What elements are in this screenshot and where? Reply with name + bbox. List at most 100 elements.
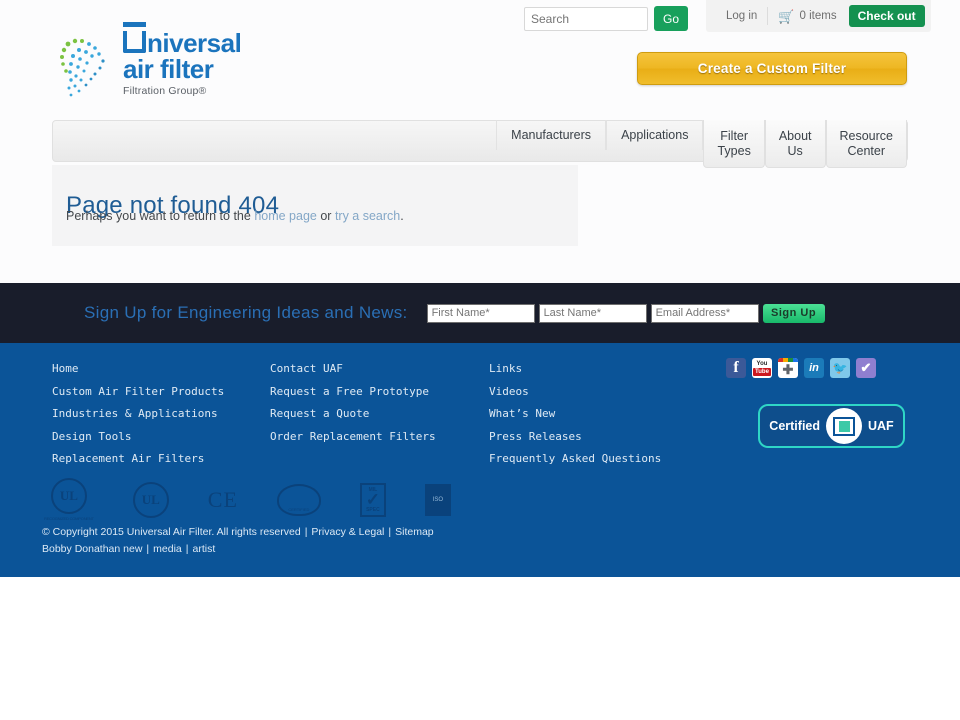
credit-artist-link[interactable]: artist — [192, 543, 215, 555]
create-custom-filter-label: Create a Custom Filter — [697, 61, 847, 76]
footer-link-replacement-air-filters[interactable]: Replacement Air Filters — [52, 448, 270, 471]
mil-spec-check-icon: MIL ✓ SPEC — [359, 482, 386, 517]
separator: | — [304, 526, 308, 538]
copyright-line: © Copyright 2015 Universal Air Filter. A… — [42, 524, 434, 541]
certified-label: Certified — [769, 419, 820, 433]
newsletter-form: Sign Up — [426, 303, 825, 323]
credit-name-link[interactable]: Bobby Donathan new — [42, 543, 142, 555]
nav-item-applications[interactable]: Applications — [606, 120, 704, 150]
account-bar: Log in 🛒 0 items Check out — [706, 0, 931, 32]
ul-listed-icon: UL — [132, 481, 169, 518]
footer-link-design-tools[interactable]: Design Tools — [52, 426, 270, 449]
nav-label: Manufacturers — [511, 128, 592, 142]
footer-link-faq[interactable]: Frequently Asked Questions — [489, 448, 749, 471]
sitemap-link[interactable]: Sitemap — [395, 526, 434, 538]
try-a-search-link[interactable]: try a search — [335, 209, 400, 223]
credit-line: Bobby Donathan new | media | artist — [42, 541, 434, 558]
nav-label: Filter — [720, 129, 749, 143]
privacy-legal-link[interactable]: Privacy & Legal — [311, 526, 384, 538]
twitter-icon[interactable]: 🐦 — [830, 358, 850, 378]
google-plus-colorbar — [778, 358, 798, 362]
subtext-suffix: . — [400, 209, 404, 223]
footer-link-press-releases[interactable]: Press Releases — [489, 426, 749, 449]
nav-label: Us — [787, 144, 803, 158]
login-link[interactable]: Log in — [716, 10, 767, 22]
certification-logos: UL RECOGNIZED COMPONENT UL CE CERTIFIED M… — [44, 478, 451, 521]
nav-label: About — [778, 129, 812, 143]
footer-link-home[interactable]: Home — [52, 358, 270, 381]
credit-media-link[interactable]: media — [153, 543, 182, 555]
ce-mark-icon: CE — [207, 486, 238, 512]
youtube-icon[interactable]: You Tube — [752, 358, 772, 378]
footer-link-custom-air-filter-products[interactable]: Custom Air Filter Products — [52, 381, 270, 404]
logo-u-glyph — [123, 22, 146, 53]
separator: | — [146, 543, 150, 555]
shopping-cart-icon: 🛒 — [778, 8, 795, 24]
ul-recognized-component-icon: UL RECOGNIZED COMPONENT — [44, 478, 94, 521]
separator: | — [185, 543, 189, 555]
footer-link-contact-uaf[interactable]: Contact UAF — [270, 358, 489, 381]
footer-link-videos[interactable]: Videos — [489, 381, 749, 404]
logo-swirl-icon — [60, 38, 105, 97]
create-custom-filter-button[interactable]: Create a Custom Filter — [637, 52, 907, 85]
logo-word-airfilter: air filter — [123, 54, 214, 84]
logo-wordmark: niversal air filter Filtration Group® — [123, 22, 242, 97]
uaf-label: UAF — [868, 419, 894, 433]
nav-item-resource-center[interactable]: Resource Center — [825, 120, 907, 168]
linkedin-icon[interactable]: in — [804, 358, 824, 378]
nav-label: Applications — [621, 128, 689, 142]
newsletter-signup-bar: Sign Up for Engineering Ideas and News: … — [0, 283, 960, 343]
youtube-you-text: You — [756, 360, 768, 367]
footer-column-3: Links Videos What’s New Press Releases F… — [489, 358, 749, 471]
nav-items: Manufacturers Applications Filter Types … — [496, 120, 907, 168]
search-form: Go — [524, 6, 688, 31]
home-page-link[interactable]: home page — [254, 209, 317, 223]
cart-item-count: 0 items — [799, 10, 837, 22]
nav-item-manufacturers[interactable]: Manufacturers — [496, 120, 607, 150]
nav-item-filter-types[interactable]: Filter Types — [703, 120, 765, 168]
first-name-input[interactable] — [426, 303, 535, 323]
facebook-icon[interactable]: f — [726, 358, 746, 378]
checkout-button[interactable]: Check out — [848, 5, 925, 27]
footer-link-columns: Home Custom Air Filter Products Industri… — [52, 358, 749, 471]
nav-label: Center — [847, 144, 886, 158]
separator: | — [388, 526, 392, 538]
footer-link-request-a-quote[interactable]: Request a Quote — [270, 403, 489, 426]
google-plus-icon[interactable]: ✚ — [778, 358, 798, 378]
site-logo[interactable]: niversal air filter Filtration Group® — [55, 22, 315, 104]
page-root: Go Log in 🛒 0 items Check out — [0, 0, 960, 720]
main-content-panel: Page not found 404 Perhaps you want to r… — [52, 165, 578, 246]
footer-column-2: Contact UAF Request a Free Prototype Req… — [270, 358, 489, 471]
footer-link-links[interactable]: Links — [489, 358, 749, 381]
filter-icon — [826, 408, 862, 444]
footer-link-order-replacement-filters[interactable]: Order Replacement Filters — [270, 426, 489, 449]
youtube-tube-text: Tube — [753, 367, 771, 376]
logo-word-universal: niversal — [147, 28, 242, 58]
logo-tagline: Filtration Group® — [123, 85, 207, 97]
certified-uaf-badge[interactable]: Certified UAF — [758, 404, 905, 448]
cart-link[interactable]: 🛒 0 items — [768, 10, 846, 23]
footer-link-whats-new[interactable]: What’s New — [489, 403, 749, 426]
search-go-button[interactable]: Go — [654, 6, 688, 31]
nav-label: Types — [717, 144, 751, 158]
footer-link-request-free-prototype[interactable]: Request a Free Prototype — [270, 381, 489, 404]
seal-icon: CERTIFIED — [276, 483, 321, 516]
main-navigation: Manufacturers Applications Filter Types … — [52, 120, 908, 168]
subtext-middle: or — [316, 209, 335, 223]
subtext-prefix: Perhaps you want to return to the — [66, 209, 255, 223]
newsletter-title: Sign Up for Engineering Ideas and News: — [84, 303, 408, 322]
page-subtext: Perhaps you want to return to the home p… — [66, 209, 404, 223]
nav-item-about-us[interactable]: About Us — [764, 120, 826, 168]
copyright-text: © Copyright 2015 Universal Air Filter. A… — [42, 526, 301, 538]
signup-submit-button[interactable]: Sign Up — [762, 303, 825, 323]
search-input[interactable] — [524, 6, 648, 31]
last-name-input[interactable] — [538, 303, 647, 323]
copyright-block: © Copyright 2015 Universal Air Filter. A… — [42, 524, 434, 558]
email-input[interactable] — [650, 303, 759, 323]
footer-link-industries-applications[interactable]: Industries & Applications — [52, 403, 270, 426]
social-links: f You Tube ✚ in 🐦 ✔ — [726, 358, 876, 378]
compliance-square-icon: ISO — [424, 483, 451, 516]
page-upper: Go Log in 🛒 0 items Check out — [0, 0, 960, 577]
nav-label: Resource — [839, 129, 894, 143]
check-icon[interactable]: ✔ — [856, 358, 876, 378]
